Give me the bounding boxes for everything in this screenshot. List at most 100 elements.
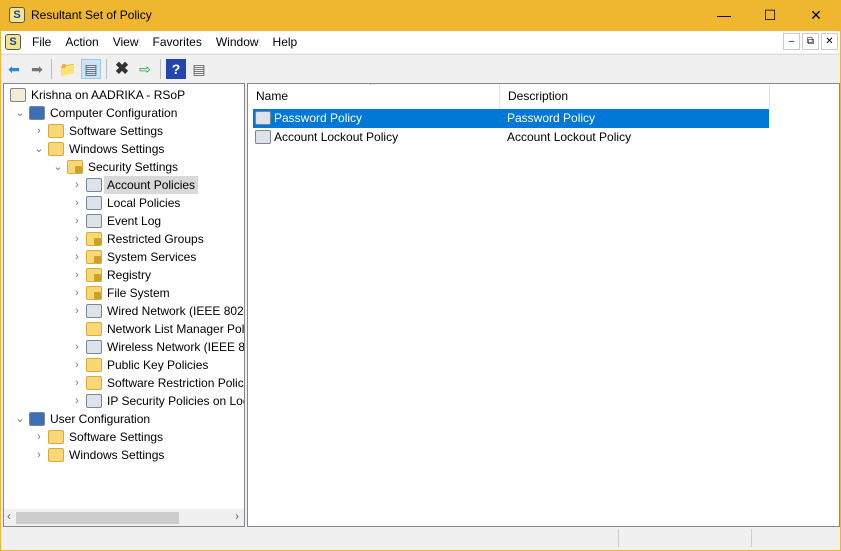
chevron-right-icon[interactable]: › xyxy=(33,122,45,140)
list-row-password-policy[interactable]: Password Policy Password Policy xyxy=(253,109,769,128)
tree-item-label: Public Key Policies xyxy=(107,358,209,372)
tree-item[interactable]: › Wireless Network (IEEE 802.11) xyxy=(71,338,244,356)
menu-view[interactable]: View xyxy=(106,35,146,49)
mdi-minimize-button[interactable]: – xyxy=(783,33,800,50)
chevron-right-icon[interactable]: › xyxy=(71,356,83,374)
menu-help[interactable]: Help xyxy=(266,35,305,49)
chevron-right-icon[interactable]: › xyxy=(71,194,83,212)
srv-icon xyxy=(86,178,102,192)
list-row-account-lockout-policy[interactable]: Account Lockout Policy Account Lockout P… xyxy=(253,128,769,147)
tree-item[interactable]: › File System xyxy=(71,284,170,302)
tree-item[interactable]: › Public Key Policies xyxy=(71,356,208,374)
show-hide-tree-icon[interactable]: ▤ xyxy=(81,59,101,79)
tree-item-label: Krishna on AADRIKA - RSoP xyxy=(31,88,186,102)
toolbar: ⬅ ➡ 📁 ▤ ✖ ⇨ ? ▤ xyxy=(1,54,840,81)
tree-item[interactable]: › Local Policies xyxy=(71,194,180,212)
tree-item[interactable]: ⌄ Windows Settings xyxy=(33,140,164,158)
tree-item[interactable]: Network List Manager Policies xyxy=(71,320,245,338)
scroll-icon xyxy=(10,88,26,102)
chevron-right-icon[interactable]: › xyxy=(71,374,83,392)
chevron-right-icon[interactable]: › xyxy=(71,284,83,302)
chevron-right-icon[interactable]: › xyxy=(33,428,45,446)
chevron-right-icon[interactable]: › xyxy=(71,230,83,248)
tree-item[interactable]: › Registry xyxy=(71,266,151,284)
chevron-down-icon[interactable]: ⌄ xyxy=(14,410,26,428)
tree-item-label: Local Policies xyxy=(107,196,181,210)
folder-icon xyxy=(48,430,64,444)
menu-window[interactable]: Window xyxy=(209,35,266,49)
tree-item[interactable]: › System Services xyxy=(71,248,196,266)
tree-item-label: Event Log xyxy=(107,214,162,228)
folder-icon xyxy=(86,322,102,336)
row-name: Password Policy xyxy=(274,111,363,125)
chevron-down-icon[interactable]: ⌄ xyxy=(52,158,64,176)
computer-icon xyxy=(29,106,45,120)
srv-icon xyxy=(86,304,102,318)
tree-item-label: Software Settings xyxy=(69,430,164,444)
scrollbar-thumb[interactable] xyxy=(16,512,179,524)
show-action-pane-icon[interactable]: ▤ xyxy=(189,59,209,79)
rsop-app-icon: S xyxy=(9,7,25,23)
back-icon[interactable]: ⬅ xyxy=(4,59,24,79)
tree-item[interactable]: ⌄ User Configuration xyxy=(14,410,150,428)
chevron-right-icon[interactable]: › xyxy=(71,338,83,356)
tree-item[interactable]: › Software Settings xyxy=(33,428,163,446)
tree-item[interactable]: › Wired Network (IEEE 802.3) xyxy=(71,302,244,320)
help-icon[interactable]: ? xyxy=(166,59,186,79)
tree-item[interactable]: › Restricted Groups xyxy=(71,230,204,248)
srv-icon xyxy=(86,214,102,228)
tree-item-label: Windows Settings xyxy=(69,142,165,156)
maximize-button[interactable]: ☐ xyxy=(747,0,793,31)
system-menu-icon[interactable]: S xyxy=(5,34,21,50)
menu-file[interactable]: File xyxy=(25,35,58,49)
chevron-right-icon[interactable]: › xyxy=(33,446,45,464)
chevron-right-icon[interactable]: › xyxy=(71,392,83,410)
tree-item-label: Registry xyxy=(107,268,152,282)
policy-icon xyxy=(255,111,271,125)
chevron-right-icon[interactable]: › xyxy=(71,266,83,284)
chevron-right-icon[interactable]: › xyxy=(71,212,83,230)
forward-icon[interactable]: ➡ xyxy=(27,59,47,79)
scroll-left-icon[interactable]: ‹ xyxy=(7,509,11,523)
minimize-button[interactable]: — xyxy=(701,0,747,31)
horizontal-scrollbar[interactable]: ‹ › xyxy=(4,509,244,526)
tree-item[interactable]: › Software Settings xyxy=(33,122,163,140)
menu-favorites[interactable]: Favorites xyxy=(146,35,209,49)
mdi-close-button[interactable]: ✕ xyxy=(821,33,838,50)
menu-action[interactable]: Action xyxy=(58,35,105,49)
up-folder-icon[interactable]: 📁 xyxy=(58,59,78,79)
tree-item[interactable]: › Software Restriction Policies xyxy=(71,374,245,392)
chevron-right-icon[interactable]: › xyxy=(71,302,83,320)
scroll-right-icon[interactable]: › xyxy=(235,509,239,523)
window-title: Resultant Set of Policy xyxy=(31,8,152,22)
close-button[interactable]: ✕ xyxy=(793,0,839,31)
tree-item[interactable]: Krishna on AADRIKA - RSoP xyxy=(7,86,185,104)
folder-icon xyxy=(48,142,64,156)
tree-item[interactable]: › Account Policies xyxy=(71,176,199,194)
title-bar: S Resultant Set of Policy — ☐ ✕ xyxy=(1,0,840,31)
tree-item-label: Network List Manager Policies xyxy=(107,322,245,336)
lockf-icon xyxy=(86,268,102,282)
srv-icon xyxy=(86,394,102,408)
tree-item[interactable]: ⌄ Computer Configuration xyxy=(14,104,177,122)
chevron-right-icon[interactable]: › xyxy=(71,176,83,194)
tree-item-label: Software Restriction Policies xyxy=(107,376,245,390)
tree-item[interactable]: ⌄ Security Settings xyxy=(52,158,178,176)
menu-bar: S File Action View Favorites Window Help xyxy=(1,31,840,53)
tree-item-label: Software Settings xyxy=(69,124,164,138)
row-name: Account Lockout Policy xyxy=(274,130,399,144)
tree-item-label: Computer Configuration xyxy=(50,106,178,120)
tree-item[interactable]: › IP Security Policies on Local Computer xyxy=(71,392,244,410)
delete-icon[interactable]: ✖ xyxy=(112,59,132,79)
chevron-right-icon[interactable]: › xyxy=(71,248,83,266)
details-list: Name ^ Description Password Policy Passw… xyxy=(247,83,840,527)
mdi-restore-button[interactable]: ⧉ xyxy=(802,33,819,50)
tree-item[interactable]: › Windows Settings xyxy=(33,446,164,464)
export-list-icon[interactable]: ⇨ xyxy=(135,59,155,79)
folder-icon xyxy=(86,358,102,372)
status-bar xyxy=(1,529,840,550)
chevron-down-icon[interactable]: ⌄ xyxy=(14,104,26,122)
column-header-description[interactable]: Description xyxy=(500,84,770,109)
chevron-down-icon[interactable]: ⌄ xyxy=(33,140,45,158)
tree-item[interactable]: › Event Log xyxy=(71,212,161,230)
